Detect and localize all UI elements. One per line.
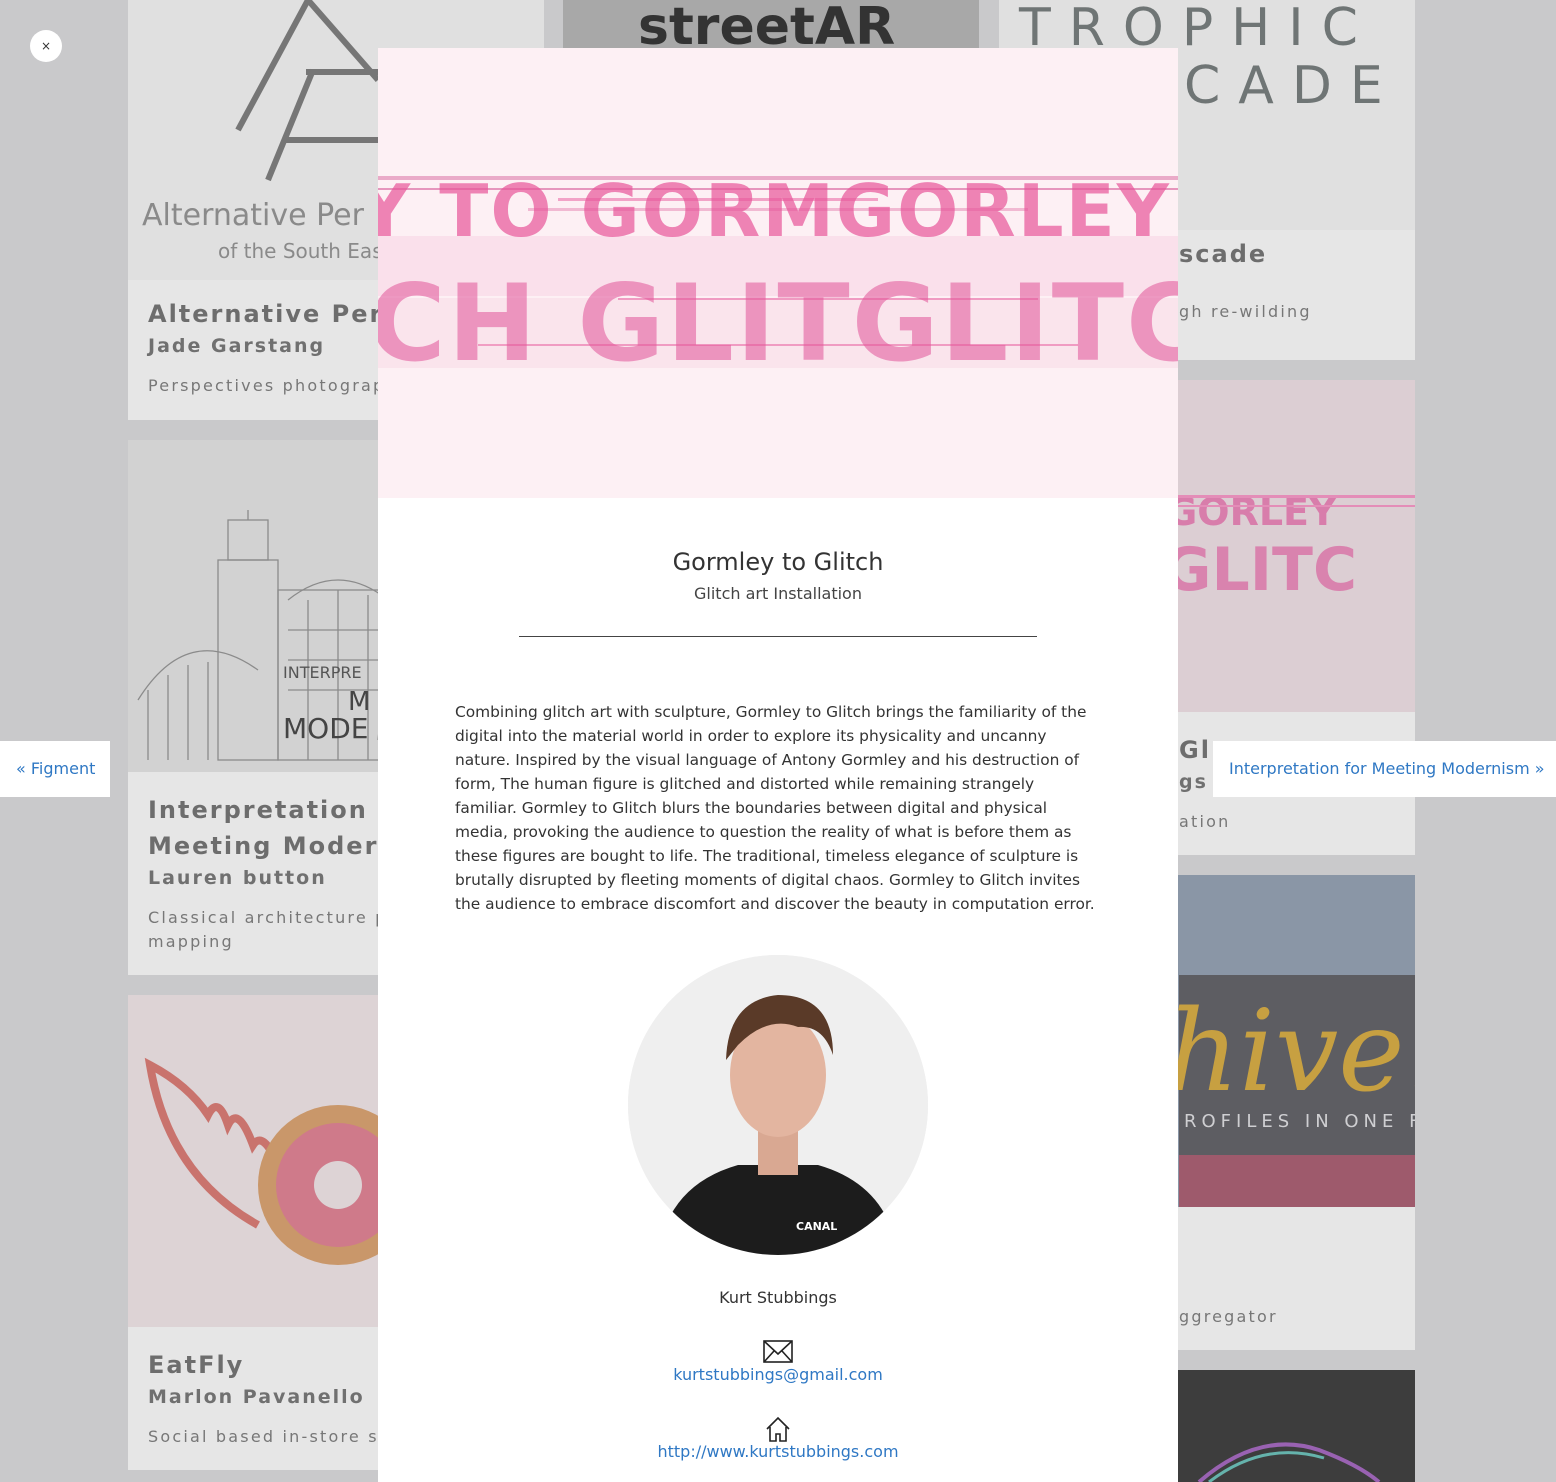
student-portrait: CANAL xyxy=(628,955,928,1255)
project-hero-image: Y TO GORMGORLEY CH GLITGLITC xyxy=(378,48,1178,498)
project-subtitle: Glitch art Installation xyxy=(694,584,862,603)
thumb-text-2: ROFILES IN ONE FEED xyxy=(1184,1111,1415,1132)
card-description: ggregator xyxy=(1179,1307,1278,1326)
close-button[interactable]: × xyxy=(30,30,62,62)
glitch-hero-art: Y TO GORMGORLEY CH GLITGLITC xyxy=(378,169,1178,385)
gallery-card-streetar[interactable]: streetAR xyxy=(563,0,979,48)
hero-text-line2: CH GLITGLITC xyxy=(378,262,1178,385)
thumb-text-2: CADE xyxy=(1184,56,1401,116)
website-link[interactable]: http://www.kurtstubbings.com xyxy=(378,1442,1178,1461)
streetar-logo: streetAR xyxy=(638,0,895,48)
next-project-link[interactable]: Interpretation for Meeting Modernism » xyxy=(1213,741,1556,797)
home-icon xyxy=(766,1416,790,1442)
prev-project-link[interactable]: « Figment xyxy=(0,741,110,797)
project-description: Combining glitch art with sculpture, Gor… xyxy=(455,703,1095,913)
avatar: CANAL xyxy=(628,955,928,1255)
logo-text-line2: of the South Eas xyxy=(218,239,383,263)
card-author: gs xyxy=(1179,771,1208,793)
card-thumbnail: streetAR xyxy=(563,0,979,48)
thumb-text: streetAR xyxy=(638,0,895,48)
card-description: ation xyxy=(1179,812,1231,831)
project-modal: Y TO GORMGORLEY CH GLITGLITC Gormley to … xyxy=(378,48,1178,1482)
card-description: gh re-wilding xyxy=(1179,302,1312,321)
shirt-logo-text: CANAL xyxy=(796,1220,837,1233)
hero-text-line1: Y TO GORMGORLEY xyxy=(378,169,1171,253)
envelope-icon xyxy=(763,1340,793,1363)
person-name: Kurt Stubbings xyxy=(719,1288,837,1307)
thumb-text-1: INTERPRE xyxy=(283,663,362,682)
email-link[interactable]: kurtstubbings@gmail.com xyxy=(378,1365,1178,1384)
thumb-text-1: hive. xyxy=(1167,987,1415,1117)
card-title: Gl xyxy=(1179,736,1211,764)
thumb-text-3: MODE xyxy=(283,712,368,745)
title-divider xyxy=(519,636,1037,637)
logo-text-line1: Alternative Per xyxy=(142,198,365,233)
project-title: Gormley to Glitch xyxy=(672,548,884,576)
card-title: scade xyxy=(1179,240,1268,268)
